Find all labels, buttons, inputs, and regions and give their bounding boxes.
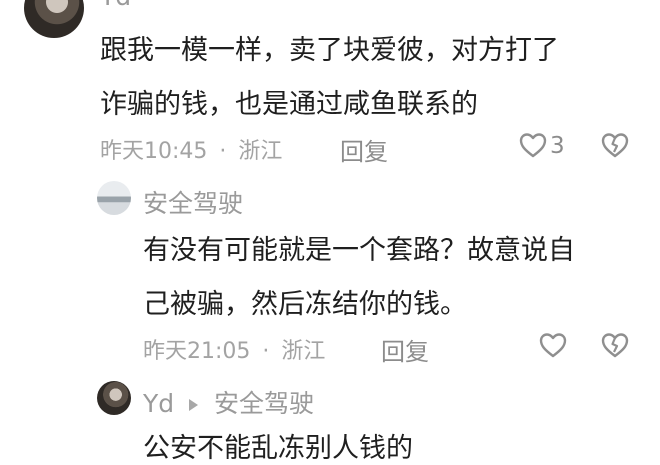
reply-button[interactable]: 回复	[381, 332, 429, 367]
triangle-right-icon	[189, 399, 199, 411]
reply-button[interactable]: 回复	[340, 132, 388, 167]
like-count: 3	[550, 133, 565, 159]
heart-outline-icon	[519, 133, 547, 158]
username[interactable]: Yd	[143, 389, 174, 418]
timestamp: 昨天10:45	[100, 139, 208, 164]
avatar[interactable]	[97, 181, 131, 215]
dislike-button[interactable]	[600, 131, 630, 163]
reply-to-username[interactable]: 安全驾驶	[214, 389, 314, 418]
timestamp: 昨天21:05	[143, 339, 251, 364]
username[interactable]: Yd	[100, 0, 131, 11]
comment-meta: 昨天10:45 · 浙江	[100, 139, 283, 164]
dislike-button[interactable]	[600, 331, 630, 363]
comment-text-line: 跟我一模一样，卖了块爱彼，对方打了	[100, 35, 559, 66]
comment-text-line: 诈骗的钱，也是通过咸鱼联系的	[100, 89, 478, 120]
broken-heart-icon	[601, 133, 629, 158]
comment-text-line: 己被骗，然后冻结你的钱。	[143, 289, 467, 320]
reply-header: Yd 安全驾驶	[143, 384, 314, 420]
avatar[interactable]	[97, 381, 131, 415]
location: 浙江	[238, 139, 283, 164]
comment-meta: 昨天21:05 · 浙江	[143, 339, 326, 364]
location: 浙江	[281, 339, 326, 364]
avatar[interactable]	[24, 0, 84, 38]
broken-heart-icon	[601, 333, 629, 358]
like-button[interactable]	[518, 131, 548, 163]
comment-text-line: 有没有可能就是一个套路？故意说自	[143, 235, 575, 266]
heart-outline-icon	[539, 333, 567, 358]
like-button[interactable]	[538, 331, 568, 363]
username[interactable]: 安全驾驶	[143, 184, 243, 220]
comment-text-line: 公安不能乱冻别人钱的	[143, 433, 413, 464]
